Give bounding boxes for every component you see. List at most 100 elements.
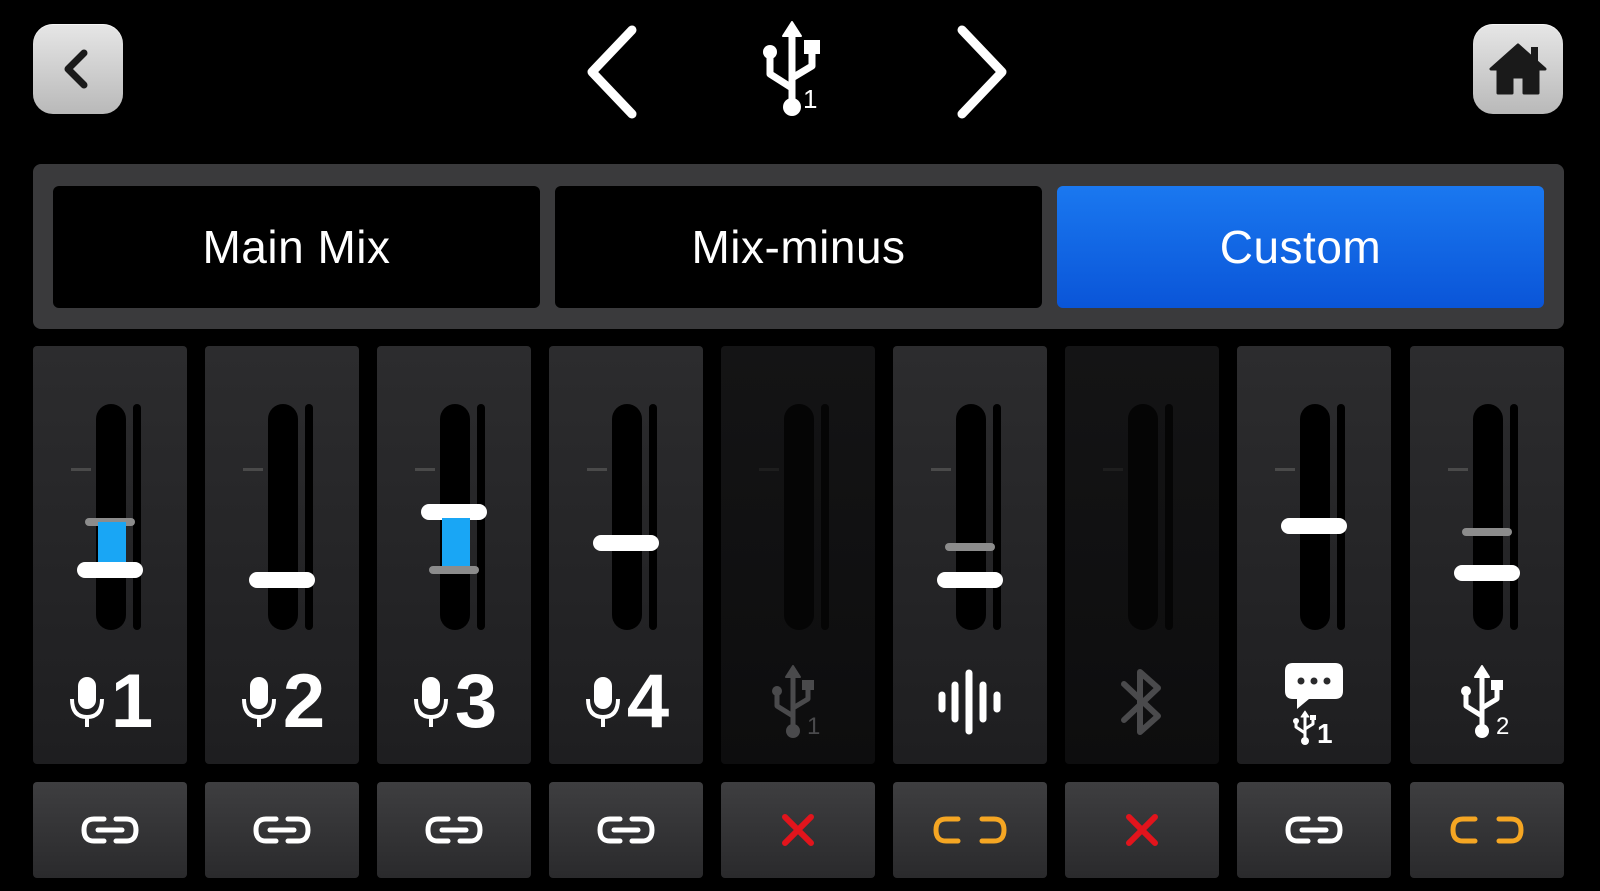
level-meter xyxy=(305,404,313,630)
unity-gain-tick xyxy=(1448,468,1468,471)
reference-fader-marker xyxy=(429,566,479,574)
link-icon xyxy=(597,816,655,844)
level-meter xyxy=(133,404,141,630)
fader-track[interactable] xyxy=(612,404,642,630)
mic-icon xyxy=(585,677,620,727)
bluetooth-icon xyxy=(1121,669,1161,735)
channel-number: 2 xyxy=(282,659,326,744)
mic-icon xyxy=(413,677,448,727)
link-button-chat-usb[interactable] xyxy=(1237,782,1391,878)
link-button-mic-2[interactable] xyxy=(205,782,359,878)
source-index: 1 xyxy=(803,84,817,114)
level-meter xyxy=(649,404,657,630)
unity-gain-tick xyxy=(415,468,435,471)
channel-strip-mic-3: 3 xyxy=(377,346,531,764)
chevron-right-icon xyxy=(957,25,1007,119)
link-button-mic-4[interactable] xyxy=(549,782,703,878)
fader-track xyxy=(784,404,814,630)
tab-main-mix[interactable]: Main Mix xyxy=(53,186,540,308)
unlink-icon xyxy=(933,816,1007,844)
usb-icon: 1 xyxy=(763,21,820,116)
link-icon xyxy=(81,816,139,844)
fader-track[interactable] xyxy=(1473,404,1503,630)
fader-handle[interactable] xyxy=(1454,565,1520,581)
channel-strip-mic-2: 2 xyxy=(205,346,359,764)
fader-handle[interactable] xyxy=(593,535,659,551)
unlink-icon xyxy=(1450,816,1524,844)
channel-strip-mic-4: 4 xyxy=(549,346,703,764)
channel-label: 4 xyxy=(549,662,703,742)
fader-track[interactable] xyxy=(1300,404,1330,630)
chevron-left-icon xyxy=(64,49,88,89)
fader-track[interactable] xyxy=(268,404,298,630)
channel-strip-mic-1: 1 xyxy=(33,346,187,764)
link-icon xyxy=(1285,816,1343,844)
chevron-left-icon xyxy=(587,25,637,119)
unity-gain-tick xyxy=(1103,468,1123,471)
chat-usb-icon: 1 xyxy=(1285,663,1343,745)
reference-fader-marker xyxy=(1462,528,1512,536)
next-source-button[interactable] xyxy=(947,22,1017,122)
unity-gain-tick xyxy=(759,468,779,471)
link-button-bluetooth[interactable] xyxy=(1065,782,1219,878)
link-icon xyxy=(425,816,483,844)
unity-gain-tick xyxy=(931,468,951,471)
link-button-mic-3[interactable] xyxy=(377,782,531,878)
fader-handle[interactable] xyxy=(77,562,143,578)
fader-handle[interactable] xyxy=(937,572,1003,588)
tab-mix-minus[interactable]: Mix-minus xyxy=(555,186,1042,308)
custom-mix-offset xyxy=(442,518,470,566)
channel-label: 2 xyxy=(1410,662,1564,742)
link-button-sound-pads[interactable] xyxy=(893,782,1047,878)
back-button[interactable] xyxy=(33,24,123,114)
channel-label: 1 xyxy=(33,662,187,742)
link-button-usb-2[interactable] xyxy=(1410,782,1564,878)
close-icon xyxy=(1126,814,1158,846)
current-source-indicator: 1 xyxy=(752,18,842,123)
channel-number: 3 xyxy=(454,659,498,744)
channel-label: 1 xyxy=(721,662,875,742)
channel-label: 3 xyxy=(377,662,531,742)
link-button-mic-1[interactable] xyxy=(33,782,187,878)
home-icon xyxy=(1489,43,1547,95)
usb-icon: 1 xyxy=(772,665,820,740)
fader-handle[interactable] xyxy=(249,572,315,588)
usb-channel-index: 2 xyxy=(1496,713,1509,740)
level-meter xyxy=(993,404,1001,630)
reference-fader-marker xyxy=(945,543,995,551)
unity-gain-tick xyxy=(243,468,263,471)
sound-pads-icon xyxy=(938,669,1001,735)
level-meter xyxy=(821,404,829,630)
fader-handle[interactable] xyxy=(1281,518,1347,534)
previous-source-button[interactable] xyxy=(577,22,647,122)
unity-gain-tick xyxy=(71,468,91,471)
level-meter xyxy=(1165,404,1173,630)
level-meter xyxy=(1510,404,1518,630)
custom-mix-offset xyxy=(98,522,126,562)
channel-number: 1 xyxy=(110,659,154,744)
fader-track xyxy=(1128,404,1158,630)
link-button-usb-1[interactable] xyxy=(721,782,875,878)
channel-strip-bluetooth xyxy=(1065,346,1219,764)
channel-label xyxy=(893,662,1047,742)
mix-mode-tabs: Main Mix Mix-minus Custom xyxy=(33,164,1564,329)
channel-label: 1 xyxy=(1237,662,1391,745)
channel-strip-usb-1: 1 xyxy=(721,346,875,764)
fader-track[interactable] xyxy=(96,404,126,630)
channel-number: 4 xyxy=(626,659,670,744)
tab-custom[interactable]: Custom xyxy=(1057,186,1544,308)
unity-gain-tick xyxy=(1275,468,1295,471)
home-button[interactable] xyxy=(1473,24,1563,114)
fader-track[interactable] xyxy=(956,404,986,630)
channel-label: 2 xyxy=(205,662,359,742)
channel-strip-usb-2: 2 xyxy=(1410,346,1564,764)
mic-icon xyxy=(69,677,104,727)
usb-icon: 2 xyxy=(1461,665,1509,740)
usb-channel-index: 1 xyxy=(807,713,820,740)
channel-strip-chat-usb: 1 xyxy=(1237,346,1391,764)
channel-label xyxy=(1065,662,1219,742)
usb-channel-index: 1 xyxy=(1317,718,1333,745)
channel-strip-sound-pads xyxy=(893,346,1047,764)
mic-icon xyxy=(241,677,276,727)
level-meter xyxy=(1337,404,1345,630)
